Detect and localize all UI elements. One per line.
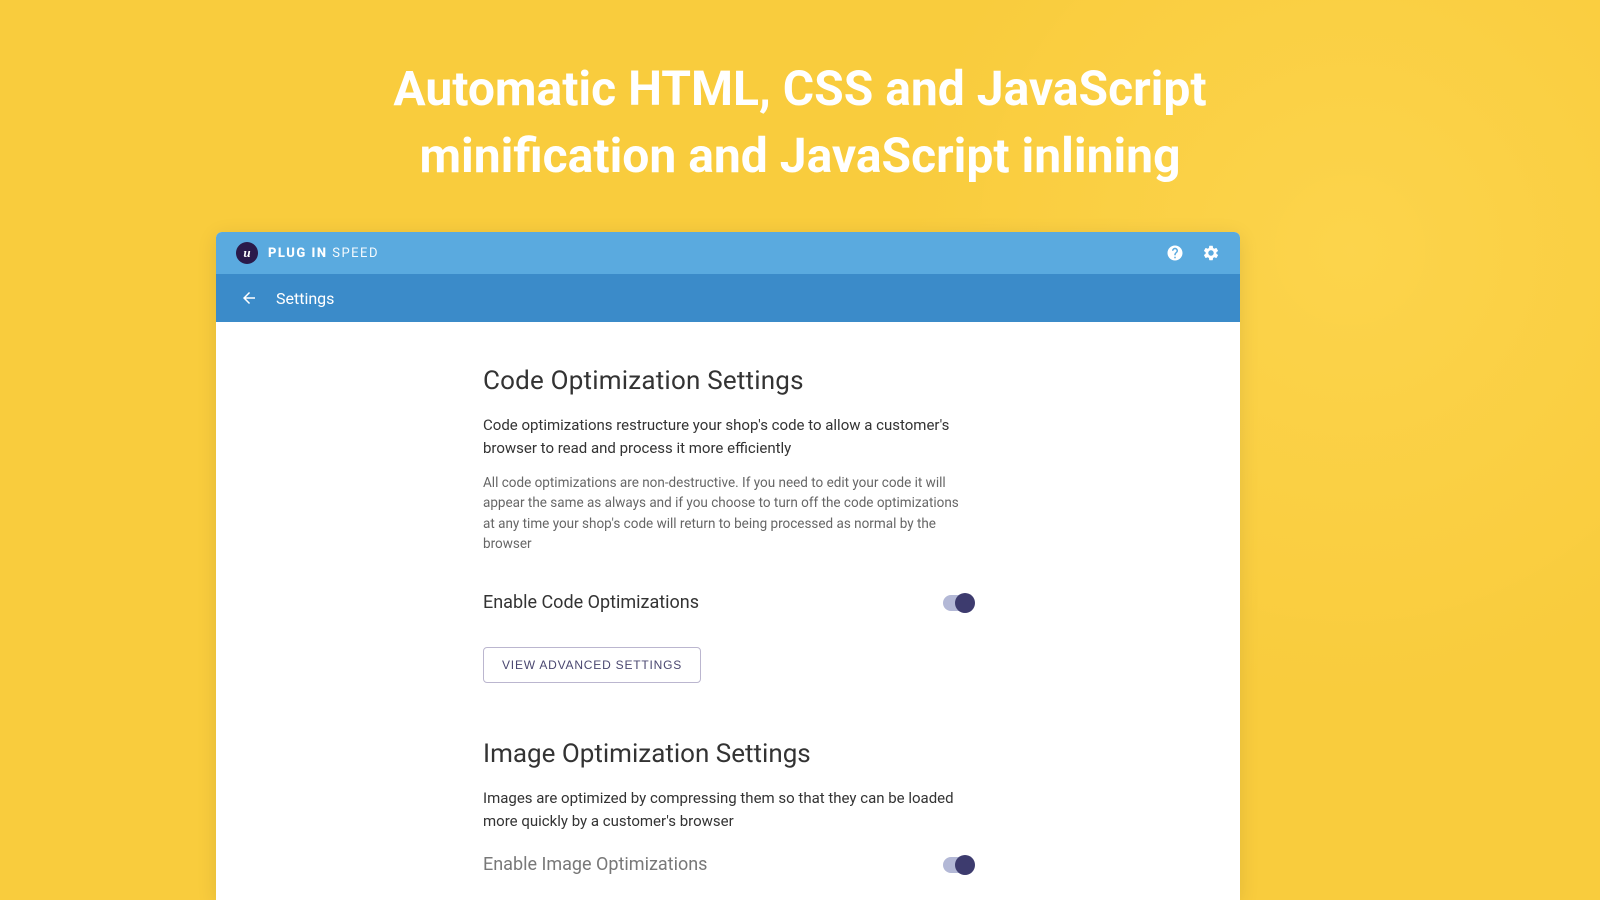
enable-code-opt-label: Enable Code Optimizations <box>483 592 699 613</box>
brand: u PLUG IN SPEED <box>236 242 379 264</box>
brand-light: SPEED <box>332 246 379 261</box>
enable-code-opt-row: Enable Code Optimizations <box>483 592 973 613</box>
image-section-title: Image Optimization Settings <box>483 739 973 769</box>
hero-title: Automatic HTML, CSS and JavaScript minif… <box>0 55 1600 189</box>
enable-image-opt-row: Enable Image Optimizations <box>483 854 973 875</box>
code-section-note: All code optimizations are non-destructi… <box>483 473 973 554</box>
view-advanced-settings-button[interactable]: VIEW ADVANCED SETTINGS <box>483 647 701 683</box>
app-window: u PLUG IN SPEED Settings Code Optimizati… <box>216 232 1240 900</box>
brand-bold: PLUG IN <box>268 246 328 261</box>
toggle-knob-icon <box>955 593 975 613</box>
enable-image-opt-label: Enable Image Optimizations <box>483 854 707 875</box>
back-arrow-icon[interactable] <box>240 289 258 307</box>
enable-image-opt-toggle[interactable] <box>943 857 973 873</box>
brand-text: PLUG IN SPEED <box>268 246 379 261</box>
brand-logo-icon: u <box>236 242 258 264</box>
gear-icon[interactable] <box>1202 244 1220 262</box>
code-section-title: Code Optimization Settings <box>483 366 973 396</box>
content: Code Optimization Settings Code optimiza… <box>216 322 1240 900</box>
breadcrumb: Settings <box>216 274 1240 322</box>
enable-code-opt-toggle[interactable] <box>943 595 973 611</box>
breadcrumb-label: Settings <box>276 289 334 308</box>
image-section-desc: Images are optimized by compressing them… <box>483 787 973 832</box>
toggle-knob-icon <box>955 855 975 875</box>
topbar: u PLUG IN SPEED <box>216 232 1240 274</box>
help-icon[interactable] <box>1166 244 1184 262</box>
code-section-desc: Code optimizations restructure your shop… <box>483 414 973 459</box>
